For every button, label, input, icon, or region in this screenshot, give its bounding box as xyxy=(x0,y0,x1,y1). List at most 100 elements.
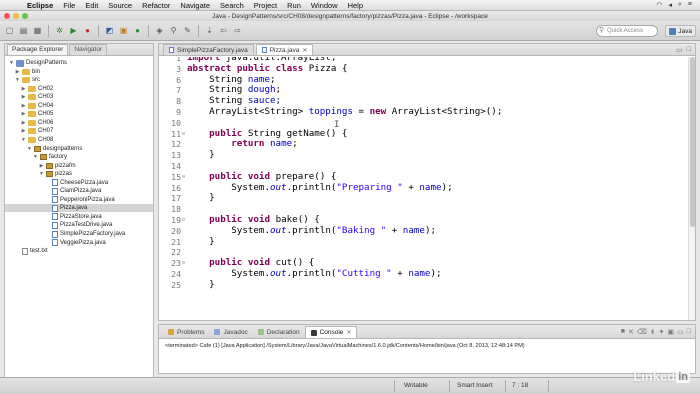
next-annotation-icon[interactable]: ⇣ xyxy=(204,25,215,36)
chevron-right-icon[interactable]: ▶ xyxy=(21,120,26,126)
editor-scrollbar[interactable] xyxy=(688,57,695,320)
tree-item[interactable]: CheesePizza.java xyxy=(45,179,108,187)
tree-item[interactable]: VeggiePizza.java xyxy=(45,239,106,247)
new-icon[interactable]: ▢ xyxy=(4,25,15,36)
tab-pizza-java[interactable]: Pizza.java ✕ xyxy=(255,44,314,55)
tree-item[interactable]: ▶ CH06 xyxy=(21,119,53,127)
tree-item[interactable]: ▼ src xyxy=(15,76,40,84)
chevron-right-icon[interactable]: ▶ xyxy=(21,128,26,134)
fold-toggle-icon[interactable]: ⊖ xyxy=(182,215,185,226)
close-window-icon[interactable] xyxy=(4,13,10,19)
external-tools-icon[interactable]: ● xyxy=(82,25,93,36)
tab-declaration[interactable]: Declaration xyxy=(253,326,305,338)
chevron-down-icon[interactable]: ▼ xyxy=(33,154,38,160)
tree-item[interactable]: ▼ designpatterns xyxy=(27,145,82,153)
menu-help[interactable]: Help xyxy=(343,1,368,10)
chevron-down-icon[interactable]: ▼ xyxy=(27,146,32,152)
tree-item[interactable]: ▶ bin xyxy=(15,68,40,76)
minimize-view-icon[interactable]: ▭ xyxy=(676,46,683,54)
code-line[interactable]: 24 System.out.println("Cutting " + name)… xyxy=(159,268,695,280)
wifi-icon[interactable]: ◠ xyxy=(656,1,662,9)
tab-simplepizzafactory[interactable]: SimplePizzaFactory.java xyxy=(163,44,254,55)
minimize-view-icon[interactable]: ▭ xyxy=(677,328,684,336)
search-icon[interactable]: ⚲ xyxy=(168,25,179,36)
chevron-right-icon[interactable]: ▶ xyxy=(21,94,26,100)
spotlight-icon[interactable]: ⌕ xyxy=(678,1,682,9)
menu-edit[interactable]: Edit xyxy=(80,1,103,10)
code-line[interactable]: 20 System.out.println("Baking " + name); xyxy=(159,225,695,237)
tab-package-explorer[interactable]: Package Explorer xyxy=(7,44,69,55)
scroll-lock-icon[interactable]: ⇟ xyxy=(650,328,656,336)
maximize-view-icon[interactable]: □ xyxy=(687,328,691,336)
code-line[interactable]: 12 return name; xyxy=(159,138,695,150)
fold-toggle-icon[interactable]: ⊖ xyxy=(182,129,185,140)
code-line[interactable]: 3 abstract public class Pizza { xyxy=(159,63,695,75)
close-tab-icon[interactable]: ✕ xyxy=(346,329,351,336)
tree-item[interactable]: ClamPizza.java xyxy=(45,187,101,195)
quick-access-field[interactable]: ⚲ Quick Access xyxy=(596,25,658,37)
menu-source[interactable]: Source xyxy=(103,1,137,10)
maximize-view-icon[interactable]: □ xyxy=(687,46,691,54)
chevron-down-icon[interactable]: ▼ xyxy=(9,60,14,66)
chevron-right-icon[interactable]: ▶ xyxy=(21,86,26,92)
menu-run[interactable]: Run xyxy=(282,1,306,10)
code-line[interactable]: 17 } xyxy=(159,193,695,204)
menu-app[interactable]: Eclipse xyxy=(22,1,58,10)
menu-project[interactable]: Project xyxy=(249,1,282,10)
menu-window[interactable]: Window xyxy=(306,1,343,10)
chevron-right-icon[interactable]: ▶ xyxy=(21,111,26,117)
chevron-right-icon[interactable]: ▶ xyxy=(15,69,20,75)
pin-console-icon[interactable]: ✦ xyxy=(659,328,665,336)
java-perspective-button[interactable]: Java xyxy=(665,25,696,37)
display-console-icon[interactable]: ▣ xyxy=(668,328,675,336)
chevron-down-icon[interactable]: ▼ xyxy=(21,137,26,143)
new-java-project-icon[interactable]: ◩ xyxy=(104,25,115,36)
chevron-right-icon[interactable]: ▶ xyxy=(39,163,44,169)
fold-toggle-icon[interactable]: ⊖ xyxy=(182,172,185,183)
debug-icon[interactable]: ✲ xyxy=(54,25,65,36)
tree-item[interactable]: test.txt xyxy=(15,247,48,255)
tab-javadoc[interactable]: Javadoc xyxy=(209,326,252,338)
code-area[interactable]: 1 import java.util.ArrayList; 3 abstract pu… xyxy=(159,57,695,320)
list-icon[interactable]: ≡ xyxy=(688,1,692,9)
new-package-icon[interactable]: ▣ xyxy=(118,25,129,36)
zoom-window-icon[interactable] xyxy=(22,13,28,19)
scrollbar-thumb[interactable] xyxy=(690,57,695,227)
clear-console-icon[interactable]: ⌫ xyxy=(637,328,647,336)
tree-item[interactable]: ▶ CH05 xyxy=(21,110,53,118)
menu-navigate[interactable]: Navigate xyxy=(175,1,215,10)
code-line[interactable]: 13 } xyxy=(159,149,695,161)
tree-item[interactable]: ▼ pizzas xyxy=(39,170,72,178)
save-icon[interactable]: ▤ xyxy=(18,25,29,36)
terminate-icon[interactable]: ■ xyxy=(621,328,625,336)
minimize-window-icon[interactable] xyxy=(13,13,19,19)
code-line[interactable]: 21 } xyxy=(159,236,695,248)
chevron-down-icon[interactable]: ▼ xyxy=(15,77,20,83)
tree-item[interactable]: PepperoniPizza.java xyxy=(45,196,115,204)
print-icon[interactable]: ▦ xyxy=(32,25,43,36)
tree-item[interactable]: PizzaStore.java xyxy=(45,213,102,221)
tab-problems[interactable]: Problems xyxy=(163,326,209,338)
tree-item[interactable]: ▶ CH07 xyxy=(21,127,53,135)
code-line[interactable]: 25 } xyxy=(159,279,695,291)
tree-item[interactable]: ▶ CH04 xyxy=(21,102,53,110)
tab-console[interactable]: Console ✕ xyxy=(304,326,358,338)
open-type-icon[interactable]: ◈ xyxy=(154,25,165,36)
tree-item[interactable]: ▼ DesignPatterns xyxy=(9,59,67,67)
code-line[interactable]: 16 System.out.println("Preparing " + nam… xyxy=(159,182,695,194)
back-icon[interactable]: ⇦ xyxy=(218,25,229,36)
remove-launch-icon[interactable]: ✕ xyxy=(628,328,634,336)
volume-icon[interactable]: ◂ xyxy=(668,1,672,9)
tree-item[interactable]: ▶ CH03 xyxy=(21,93,53,101)
tab-navigator[interactable]: Navigator xyxy=(69,44,108,55)
menu-refactor[interactable]: Refactor xyxy=(137,1,175,10)
code-line[interactable]: 9 ArrayList<String> toppings = new Array… xyxy=(159,106,695,118)
tree-item[interactable]: ▶ CH02 xyxy=(21,85,53,93)
tree-item[interactable]: PizzaTestDrive.java xyxy=(45,221,112,229)
close-tab-icon[interactable]: ✕ xyxy=(302,47,307,54)
annotation-icon[interactable]: ✎ xyxy=(182,25,193,36)
run-icon[interactable]: ▶ xyxy=(68,25,79,36)
menu-search[interactable]: Search xyxy=(215,1,249,10)
chevron-down-icon[interactable]: ▼ xyxy=(39,171,44,177)
tree-item[interactable]: ▶ pizzafm xyxy=(39,162,76,170)
